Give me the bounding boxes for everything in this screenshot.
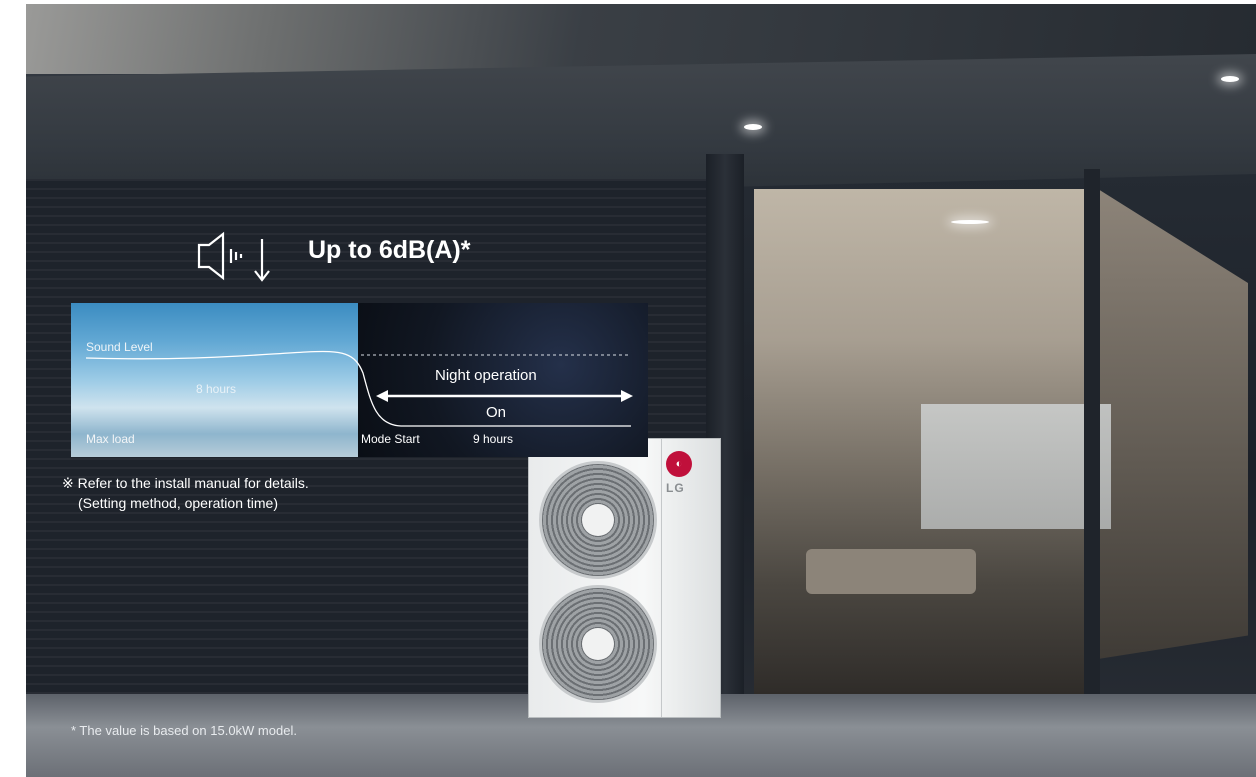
- fan-grille: [539, 461, 657, 579]
- footnote: * The value is based on 15.0kW model.: [71, 723, 297, 738]
- fan-hub: [582, 628, 614, 660]
- mode-start-label: Mode Start: [361, 432, 420, 446]
- unit-side-panel: [661, 439, 662, 717]
- install-manual-note: ※ Refer to the install manual for detail…: [62, 473, 309, 513]
- feature-headline: Up to 6dB(A)*: [308, 236, 471, 264]
- on-label: On: [486, 404, 507, 421]
- ceiling-light: [951, 220, 989, 224]
- speaker-low-volume-icon: [197, 231, 270, 282]
- lg-logo-icon: ◐: [666, 451, 692, 477]
- interior-screen: [921, 404, 1111, 529]
- day-duration-label: 8 hours: [196, 382, 237, 396]
- ceiling-light: [744, 124, 762, 130]
- night-duration-label: 9 hours: [473, 432, 514, 446]
- note-line: ※ Refer to the install manual for detail…: [62, 475, 309, 491]
- window-side: [1098, 189, 1248, 659]
- max-load-label: Max load: [86, 432, 135, 446]
- sound-level-label: Sound Level: [86, 340, 153, 354]
- night-mode-diagram: Sound Level 8 hours Night operation On M…: [71, 303, 648, 457]
- fan-hub: [582, 504, 614, 536]
- brand-label: LG: [666, 481, 685, 495]
- ceiling-light: [1221, 76, 1239, 82]
- night-operation-label: Night operation: [435, 367, 537, 384]
- window-mullion: [1084, 169, 1100, 714]
- sound-level-curve: [85, 350, 633, 427]
- note-line: (Setting method, operation time): [78, 495, 278, 511]
- outdoor-ac-unit: ◐ LG: [528, 438, 721, 718]
- interior-sofa: [806, 549, 976, 594]
- fan-grille: [539, 585, 657, 703]
